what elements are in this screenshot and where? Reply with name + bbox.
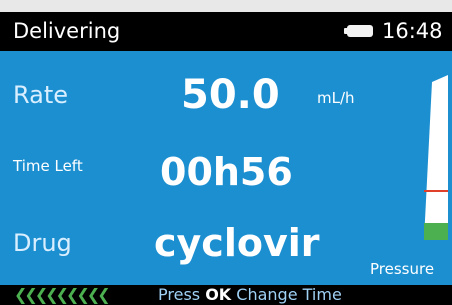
hint-text: Press OK Change Time [158,285,342,305]
pressure-gauge-track [424,75,448,240]
pressure-label: Pressure [370,260,435,278]
progress-chevrons: ❮❮❮❮❮❮❮❮❮ [14,285,111,304]
hint-suffix: Change Time [231,285,342,304]
pump-screen: Delivering 16:48 Rate 50.0 mL/h Time Lef… [0,12,452,305]
ok-key: OK [205,285,232,304]
bottom-bar: ❮❮❮❮❮❮❮❮❮ Press OK Change Time [0,285,452,305]
hint-prefix: Press [158,285,206,304]
pressure-level-fill [424,223,448,240]
